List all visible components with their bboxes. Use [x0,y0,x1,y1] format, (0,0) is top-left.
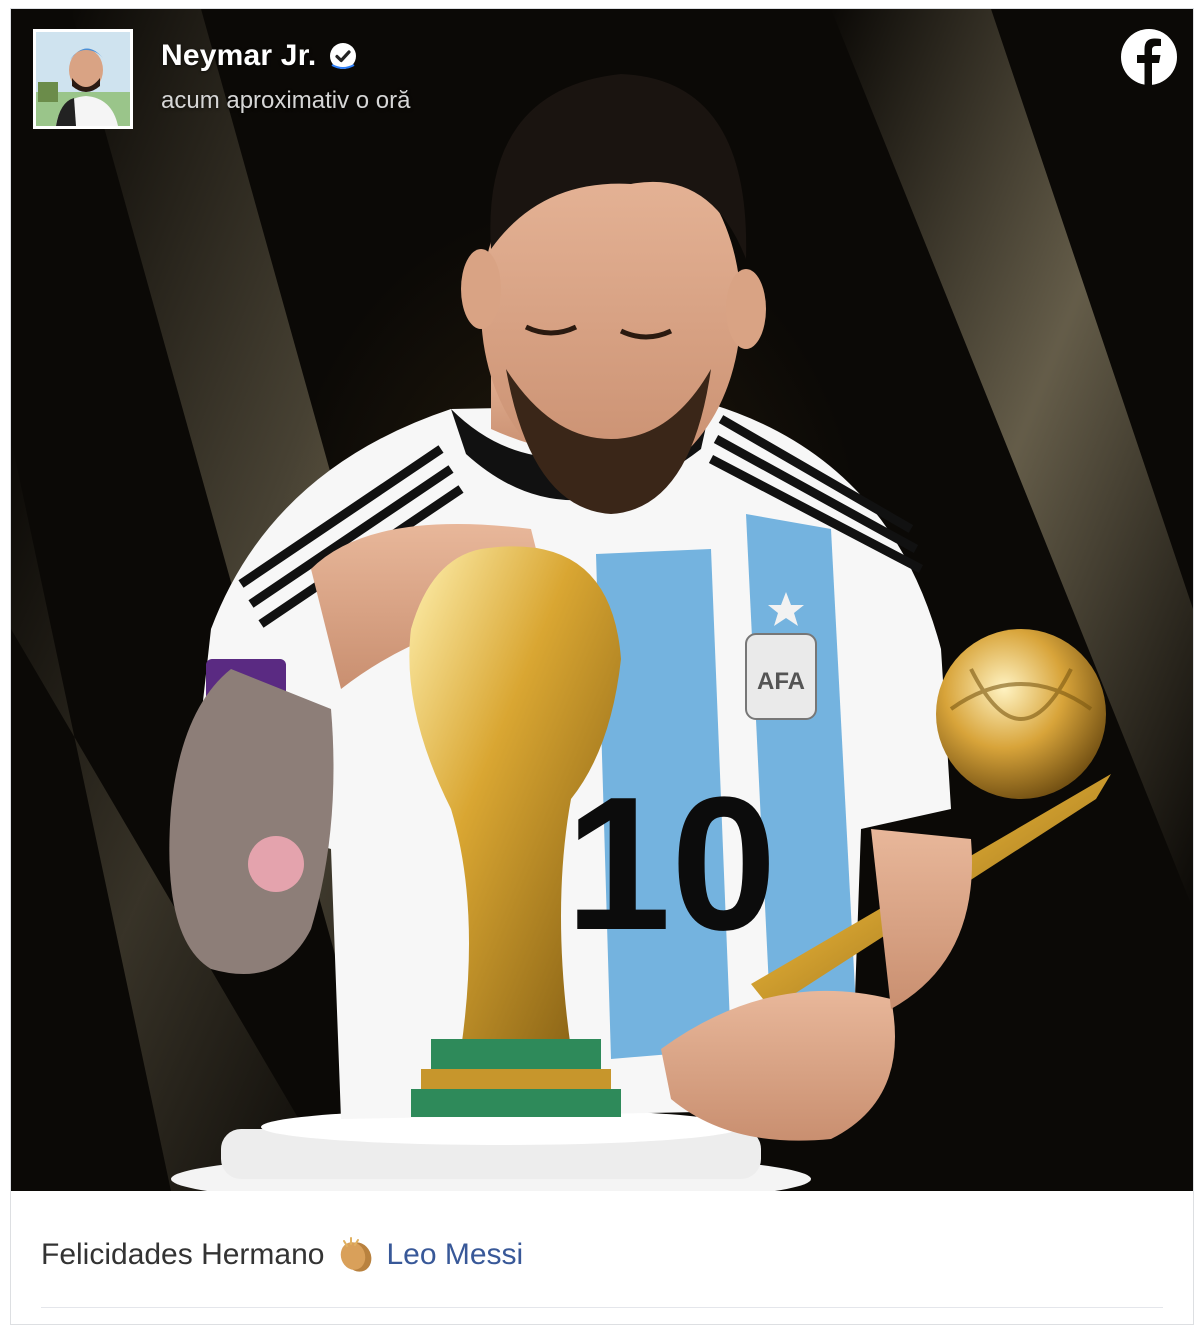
facebook-icon[interactable] [1119,27,1179,87]
mention-link-leo-messi[interactable]: Leo Messi [386,1238,523,1272]
caption-text: Felicidades Hermano [41,1238,325,1271]
author-avatar[interactable] [33,29,133,129]
jersey-crest-text: AFA [757,668,805,695]
jersey-number: 10 [565,758,776,970]
author-name[interactable]: Neymar Jr. [161,39,316,73]
author-line: Neymar Jr. [161,39,358,73]
avatar-image [36,32,130,126]
photo-scene: AFA 10 [11,9,1193,1191]
post-caption: Felicidades Hermano Leo Messi [41,1235,523,1275]
post-photo[interactable]: AFA 10 Neymar Jr. acum aproximativ o oră [11,9,1193,1191]
facebook-post-embed: AFA 10 Neymar Jr. acum aproximativ o oră… [10,8,1194,1325]
divider [41,1307,1163,1308]
post-timestamp[interactable]: acum aproximativ o oră [161,87,410,115]
clapping-hands-emoji-icon [336,1235,376,1275]
verified-badge-icon [328,41,358,71]
